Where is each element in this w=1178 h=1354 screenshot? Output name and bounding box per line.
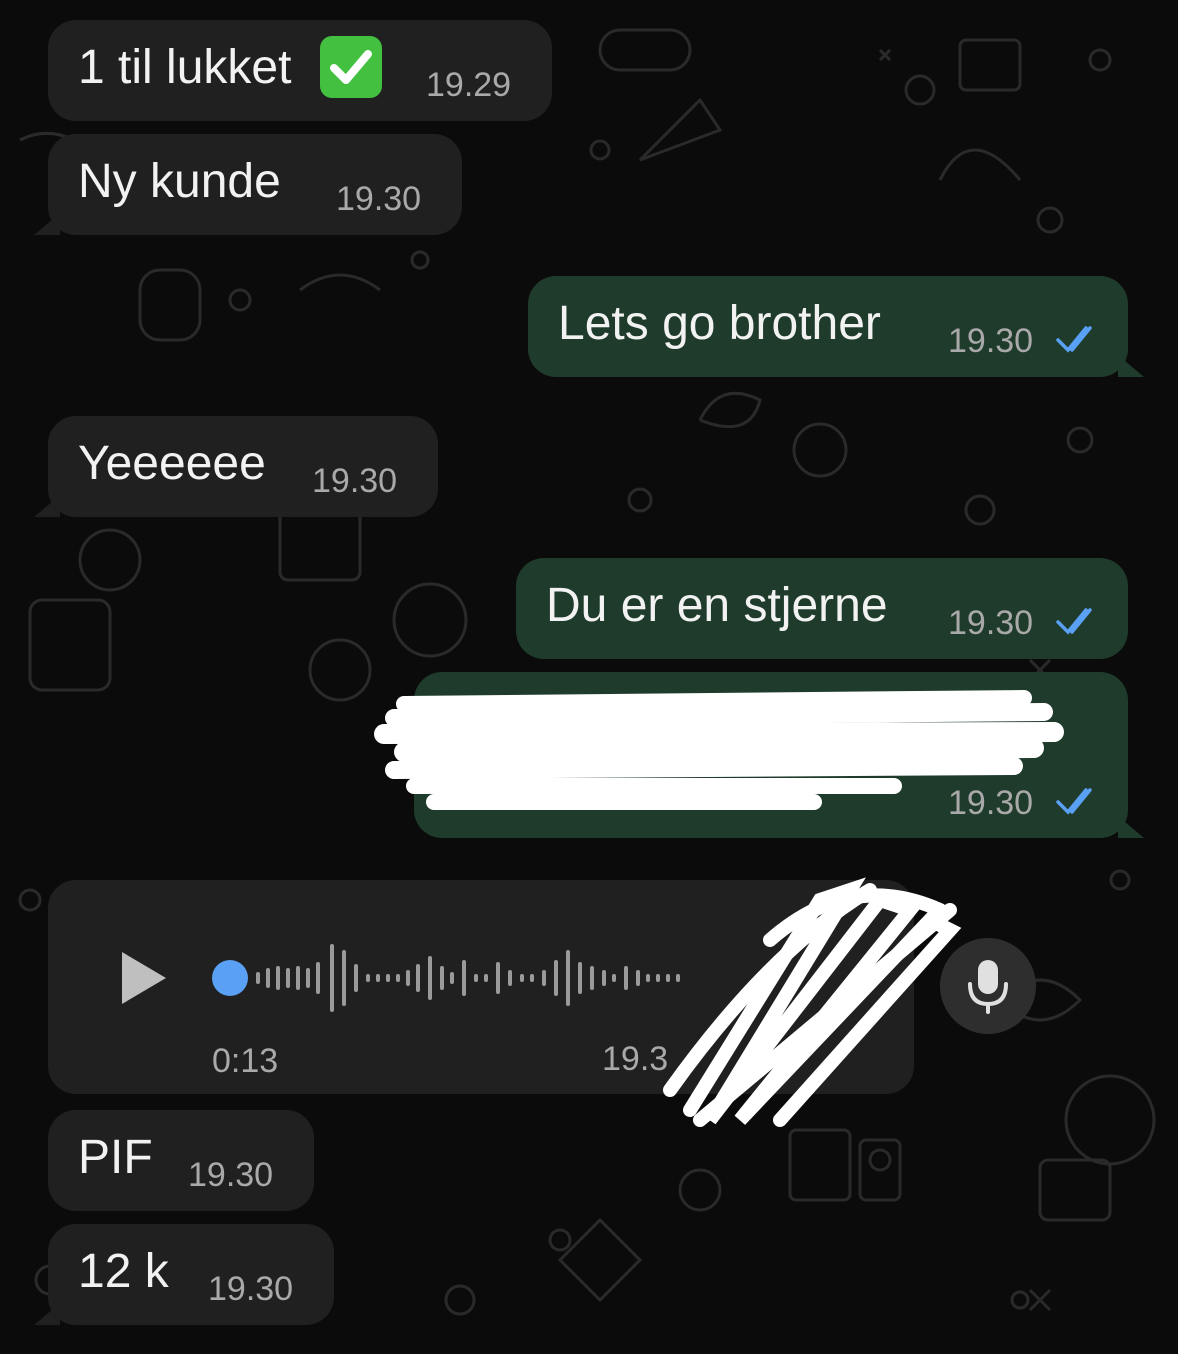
message-list: 1 til lukket 19.29 Ny kunde 19.30 Lets g… bbox=[0, 0, 1178, 1354]
message-bubble-outgoing-redacted[interactable]: 19.30 bbox=[374, 672, 1144, 838]
play-icon[interactable] bbox=[118, 948, 170, 1008]
message-bubble-incoming[interactable]: PIF 19.30 bbox=[48, 1110, 314, 1211]
message-text: Ny kunde bbox=[78, 155, 281, 208]
double-check-icon bbox=[1056, 326, 1092, 353]
voice-waveform[interactable] bbox=[252, 938, 692, 1018]
message-time: 19.29 bbox=[426, 66, 512, 104]
double-check-icon bbox=[1056, 788, 1092, 815]
check-mark-button-emoji bbox=[320, 36, 382, 98]
message-bubble-incoming[interactable]: 1 til lukket 19.29 bbox=[48, 20, 552, 121]
microphone-icon bbox=[968, 960, 1008, 1014]
message-time: 19.30 bbox=[312, 462, 398, 500]
message-bubble-incoming[interactable]: Yeeeeee 19.30 bbox=[34, 416, 438, 517]
message-time: 19.30 bbox=[336, 180, 422, 218]
record-voice-button[interactable] bbox=[940, 938, 1036, 1034]
message-text: Yeeeeee bbox=[78, 437, 266, 490]
message-bubble-incoming[interactable]: Ny kunde 19.30 bbox=[34, 134, 462, 235]
message-time: 19.30 bbox=[948, 784, 1034, 822]
check-mark-icon bbox=[330, 50, 372, 84]
message-time: 19.30 bbox=[188, 1156, 274, 1194]
avatar-redaction-scribble bbox=[663, 877, 962, 1127]
playback-position-dot[interactable] bbox=[212, 960, 248, 996]
message-time: 19.30 bbox=[208, 1270, 294, 1308]
message-bubble-outgoing[interactable]: Lets go brother 19.30 bbox=[528, 276, 1144, 377]
message-text: 1 til lukket bbox=[78, 41, 292, 94]
message-text: PIF bbox=[78, 1131, 153, 1184]
message-bubble-incoming[interactable]: 12 k 19.30 bbox=[34, 1224, 334, 1325]
message-time: 19.30 bbox=[948, 322, 1034, 360]
message-time: 19.30 bbox=[948, 604, 1034, 642]
message-text: Du er en stjerne bbox=[546, 579, 888, 632]
message-text: 12 k bbox=[78, 1245, 169, 1298]
message-text: Lets go brother bbox=[558, 297, 881, 350]
message-bubble-outgoing[interactable]: Du er en stjerne 19.30 bbox=[516, 558, 1128, 659]
voice-duration: 0:13 bbox=[212, 1042, 279, 1080]
double-check-icon bbox=[1056, 608, 1092, 635]
